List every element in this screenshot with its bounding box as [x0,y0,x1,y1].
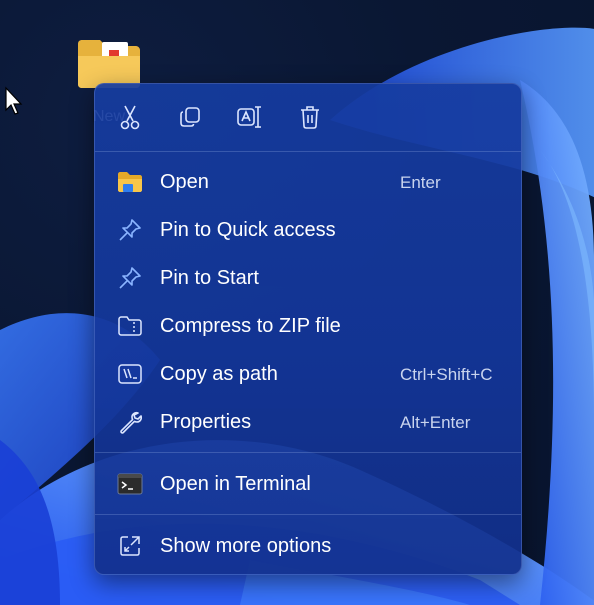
rename-button[interactable] [235,102,265,132]
delete-button[interactable] [295,102,325,132]
cut-button[interactable] [115,102,145,132]
folder-icon [117,170,143,194]
menu-item-copy-as-path[interactable]: Copy as path Ctrl+Shift+C [101,352,515,396]
menu-item-shortcut: Alt+Enter [400,413,471,432]
menu-divider [95,151,521,152]
context-menu: Open Enter Pin to Quick access Pin to St… [94,83,522,575]
trash-icon [301,106,319,129]
pin-icon [117,266,143,290]
desktop: New [0,0,594,605]
expand-icon [117,534,143,558]
menu-item-label: Open [160,171,209,193]
copy-path-icon [117,362,143,386]
menu-divider [95,514,521,515]
rename-icon [237,106,261,128]
menu-item-shortcut: Ctrl+Shift+C [400,365,493,384]
menu-divider [95,452,521,453]
scissors-icon [120,105,140,130]
context-menu-toolbar [95,84,521,151]
menu-item-label: Pin to Quick access [160,219,336,241]
copy-button[interactable] [175,102,205,132]
pin-icon [117,218,143,242]
wrench-icon [117,410,143,434]
copy-icon [180,107,200,127]
menu-item-open[interactable]: Open Enter [101,160,515,204]
mouse-cursor-icon [5,86,23,115]
zip-folder-icon [117,314,143,338]
terminal-icon [117,472,143,496]
menu-item-label: Properties [160,411,252,433]
menu-item-pin-quick-access[interactable]: Pin to Quick access [101,208,515,252]
menu-item-properties[interactable]: Properties Alt+Enter [101,400,515,444]
menu-item-label: Compress to ZIP file [160,315,341,337]
menu-item-label: Show more options [160,535,332,557]
menu-item-label: Open in Terminal [160,473,311,495]
menu-item-label: Copy as path [160,363,278,385]
menu-item-open-terminal[interactable]: Open in Terminal [101,462,515,506]
menu-item-show-more-options[interactable]: Show more options [101,524,515,568]
menu-item-shortcut: Enter [400,173,441,192]
menu-item-pin-start[interactable]: Pin to Start [101,256,515,300]
menu-item-compress-zip[interactable]: Compress to ZIP file [101,304,515,348]
menu-item-label: Pin to Start [160,267,259,289]
